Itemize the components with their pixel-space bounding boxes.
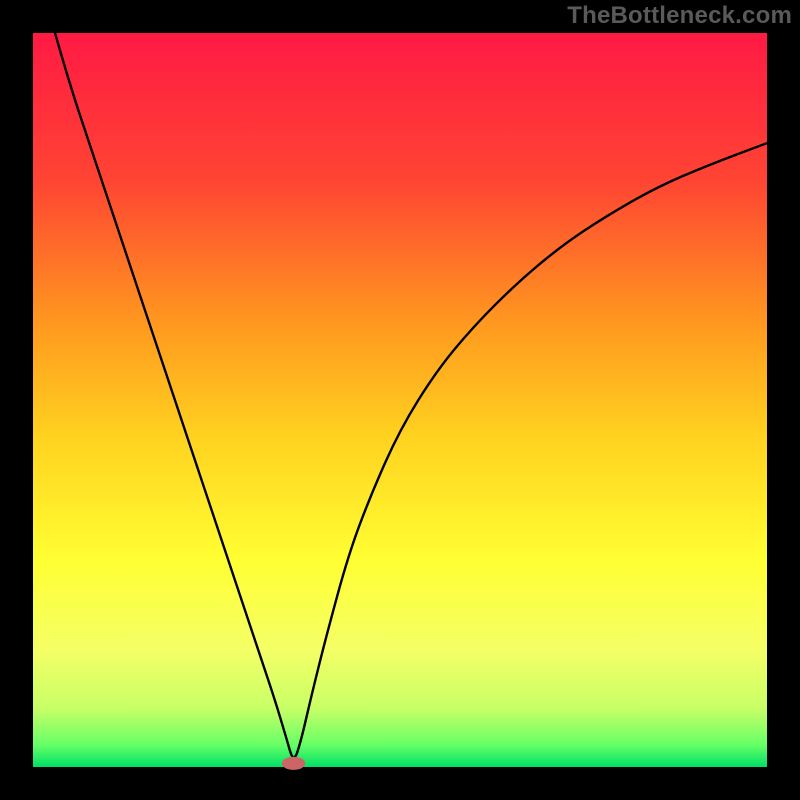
chart-frame: TheBottleneck.com [0,0,800,800]
watermark-text: TheBottleneck.com [567,2,792,30]
bottleneck-chart [0,0,800,800]
plot-background [33,33,767,767]
optimum-marker [282,757,305,770]
